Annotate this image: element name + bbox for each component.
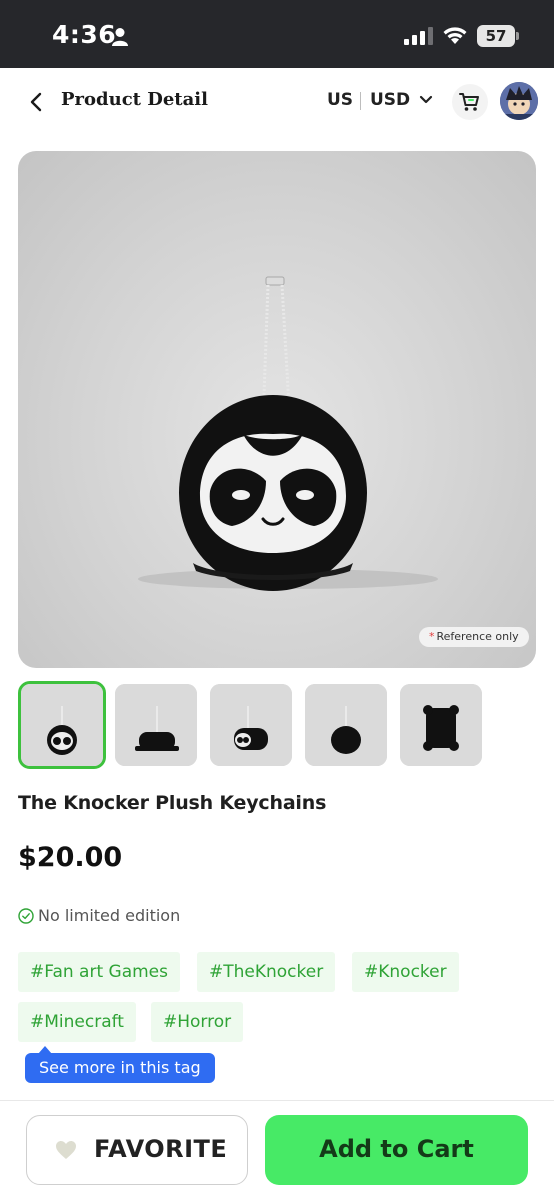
avatar[interactable]: [500, 82, 538, 120]
product-main-image[interactable]: [18, 151, 536, 668]
product-price: $20.00: [18, 842, 123, 873]
see-more-tag-tooltip[interactable]: See more in this tag: [25, 1053, 215, 1083]
wifi-icon: [443, 27, 467, 44]
status-bar: 4:36 57: [0, 0, 554, 68]
cart-icon: [459, 93, 479, 111]
status-time: 4:36: [52, 20, 117, 49]
favorite-label: FAVORITE: [94, 1135, 228, 1163]
cart-button[interactable]: [452, 84, 488, 120]
add-to-cart-label: Add to Cart: [319, 1135, 474, 1163]
thumbnail-2[interactable]: [115, 684, 197, 766]
tag-chip[interactable]: #Minecraft: [18, 1002, 136, 1042]
edition-info: No limited edition: [38, 906, 181, 925]
product-title: The Knocker Plush Keychains: [18, 792, 327, 814]
check-circle-icon: [18, 908, 34, 924]
thumbnail-image: [210, 684, 292, 766]
tag-chip[interactable]: #Fan art Games: [18, 952, 181, 992]
thumbnail-5[interactable]: [400, 684, 482, 766]
page-title: Product Detail: [61, 89, 208, 110]
thumbnail-3[interactable]: [210, 684, 292, 766]
reference-note: Reference only: [436, 630, 519, 643]
thumbnail-4[interactable]: [305, 684, 387, 766]
plush-keychain-image: [138, 276, 438, 591]
battery-indicator: 57: [477, 25, 515, 47]
signal-icon: [404, 27, 433, 45]
region-divider: [360, 92, 361, 110]
thumbnail-image: [305, 684, 387, 766]
battery-tip: [516, 32, 519, 40]
heart-icon: [56, 1141, 76, 1159]
reference-badge: * Reference only: [419, 627, 529, 647]
back-icon[interactable]: [22, 88, 50, 116]
thumbnail-image: [400, 684, 482, 766]
thumbnail-1[interactable]: [18, 681, 106, 769]
tag-chip[interactable]: #Horror: [151, 1002, 244, 1042]
thumbnail-image: [115, 684, 197, 766]
currency-selector[interactable]: USD: [370, 90, 410, 110]
chevron-down-icon[interactable]: [418, 94, 434, 106]
tag-chip[interactable]: #TheKnocker: [197, 952, 336, 992]
header: Product Detail US USD: [0, 68, 554, 134]
avatar-image: [500, 82, 538, 120]
person-icon: [112, 28, 128, 46]
thumbnail-image: [21, 684, 103, 766]
tag-chip[interactable]: #Knocker: [352, 952, 459, 992]
region-selector[interactable]: US: [327, 90, 353, 110]
